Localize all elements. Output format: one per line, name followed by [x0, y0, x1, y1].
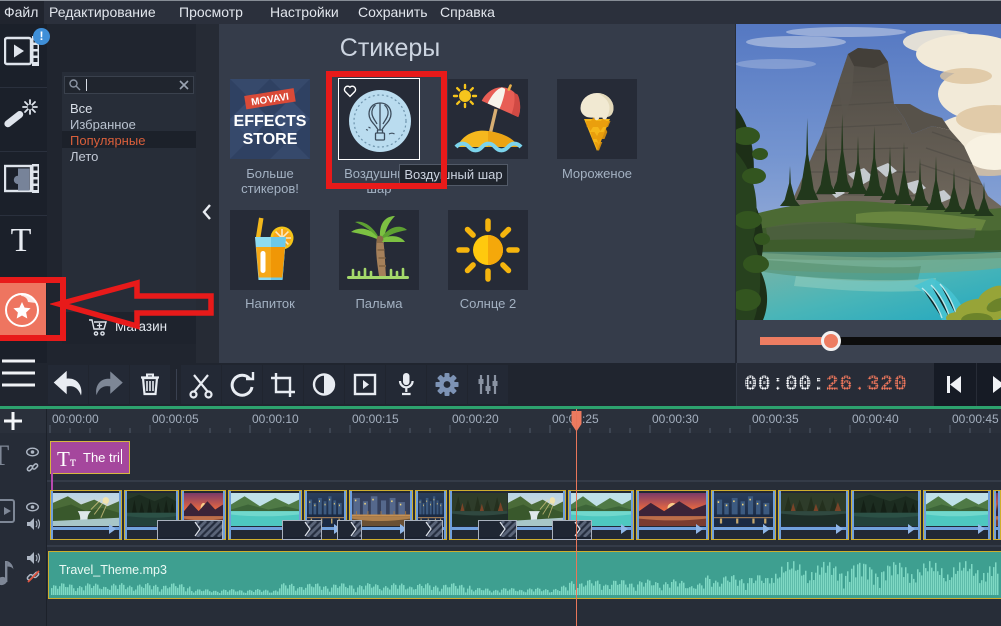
svg-text:EFFECTS: EFFECTS	[234, 113, 307, 130]
svg-text:STORE: STORE	[243, 131, 298, 148]
